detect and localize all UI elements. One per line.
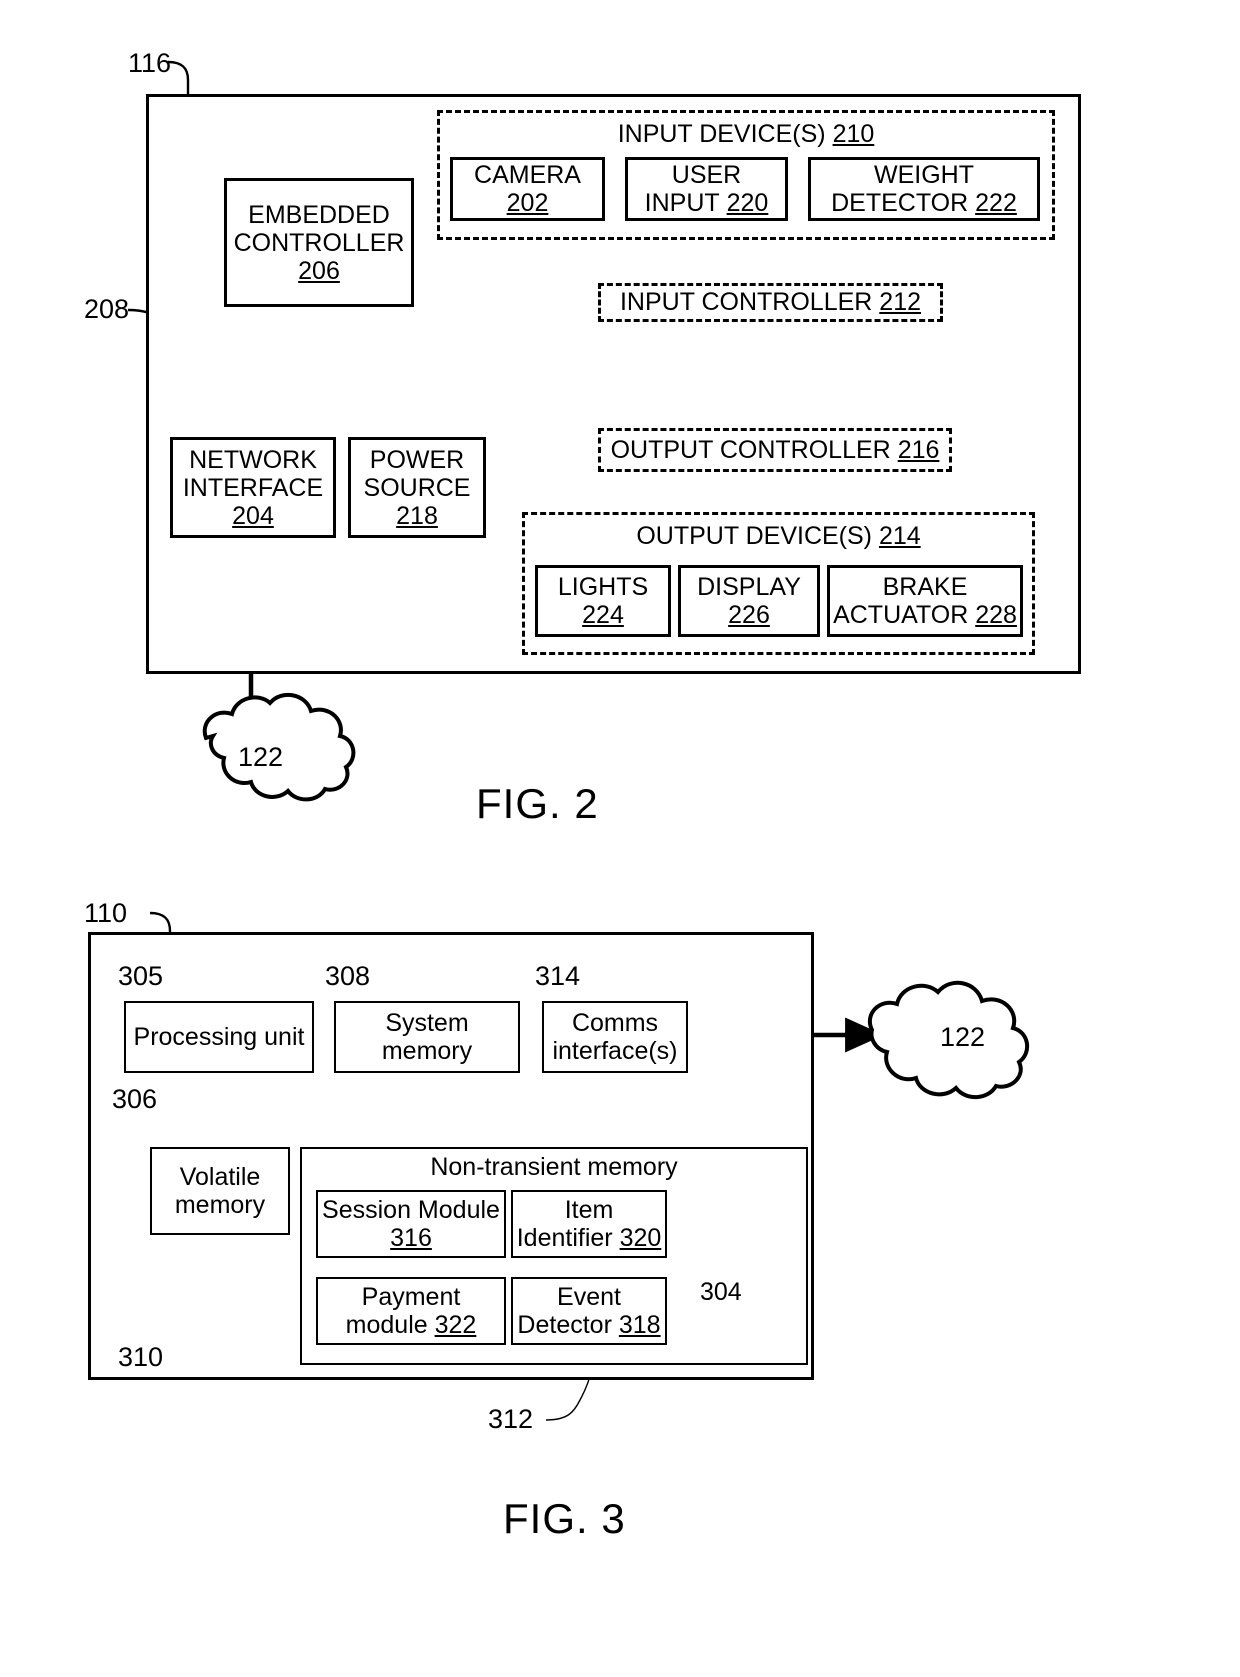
cloud-label-fig2: 122: [238, 742, 284, 772]
fig2-caption: FIG. 2: [476, 780, 599, 827]
fig2-outer-ref: 116: [128, 48, 172, 78]
network-interface-ref: 204: [232, 501, 274, 530]
comms-interfaces-ref: 314: [535, 961, 581, 991]
system-memory-ref: 308: [325, 961, 371, 991]
payment-module-ref: 322: [434, 1311, 477, 1339]
fig3-caption: FIG. 3: [503, 1495, 626, 1542]
embedded-controller-ref: 206: [298, 256, 340, 285]
non-transient-memory-title: Non-transient memory: [430, 1153, 678, 1181]
item-identifier-line1: Item: [564, 1196, 614, 1224]
cloud-label-fig3: 122: [940, 1022, 986, 1052]
user-input-label-line2: INPUT 220: [644, 189, 769, 217]
fig3-bus-ref: 306: [112, 1084, 158, 1114]
weight-detector-label-line2: DETECTOR 222: [831, 189, 1017, 217]
output-devices-ref: 214: [878, 522, 921, 550]
network-interface-line1: NETWORK: [189, 445, 317, 474]
system-memory-line1: System: [385, 1009, 469, 1037]
patent-figure-sheet: 116 208 INPUT DEVICE(S) 210 CAMERA 202 U…: [0, 0, 1240, 1677]
embedded-controller-line1: EMBEDDED: [248, 200, 390, 229]
camera-label: CAMERA: [474, 161, 581, 189]
input-controller-ref: 212: [879, 288, 922, 316]
input-devices-ref: 210: [832, 120, 875, 148]
brake-actuator-line1: BRAKE: [882, 573, 968, 601]
volatile-memory-ref: 310: [118, 1342, 164, 1372]
brake-actuator-line2: ACTUATOR 228: [833, 601, 1017, 629]
payment-module-line2: module 322: [345, 1311, 477, 1339]
comms-line1: Comms: [571, 1009, 659, 1037]
event-detector-line2: Detector 318: [517, 1311, 661, 1339]
camera-block[interactable]: CAMERA 202: [450, 157, 605, 221]
fig2-bus-ref: 208: [84, 294, 130, 324]
processing-unit-label: Processing unit: [133, 1023, 305, 1051]
fig3-outer-ref: 110: [84, 898, 128, 928]
event-detector-block[interactable]: Event Detector 318: [511, 1277, 667, 1345]
input-devices-title: INPUT DEVICE(S) 210: [437, 120, 1055, 149]
input-controller-label: INPUT CONTROLLER: [619, 288, 873, 316]
lights-label: LIGHTS: [557, 573, 649, 601]
output-controller-label: OUTPUT CONTROLLER: [610, 435, 891, 464]
output-devices-title: OUTPUT DEVICE(S) 214: [522, 522, 1035, 551]
session-module-label: Session Module: [322, 1196, 500, 1224]
session-module-ref: 316: [390, 1224, 432, 1252]
item-identifier-line2: Identifier 320: [516, 1224, 662, 1252]
display-label: DISPLAY: [697, 573, 801, 601]
output-controller-ref: 216: [897, 435, 940, 464]
power-source-line2: SOURCE: [363, 473, 471, 502]
user-input-block[interactable]: USER INPUT 220: [625, 157, 788, 221]
processing-unit-ref: 305: [118, 961, 164, 991]
non-transient-memory-ref: 312: [488, 1404, 534, 1434]
weight-detector-block[interactable]: WEIGHT DETECTOR 222: [808, 157, 1040, 221]
session-module-block[interactable]: Session Module 316: [316, 1190, 506, 1258]
comms-interfaces-block[interactable]: Comms interface(s): [542, 1001, 688, 1073]
weight-detector-label-line1: WEIGHT: [874, 161, 974, 189]
display-block[interactable]: DISPLAY 226: [678, 565, 820, 637]
display-ref: 226: [728, 601, 770, 629]
brake-actuator-ref: 228: [975, 601, 1017, 629]
network-interface-block[interactable]: NETWORK INTERFACE 204: [170, 437, 336, 538]
output-controller-block[interactable]: OUTPUT CONTROLLER 216: [598, 428, 952, 472]
input-devices-title-text: INPUT DEVICE(S): [617, 120, 826, 148]
power-source-line1: POWER: [369, 445, 465, 474]
weight-detector-ref: 222: [975, 189, 1017, 217]
volatile-memory-line2: memory: [174, 1191, 266, 1219]
item-identifier-block[interactable]: Item Identifier 320: [511, 1190, 667, 1258]
power-source-ref: 218: [396, 501, 438, 530]
system-memory-line2: memory: [381, 1037, 473, 1065]
volatile-memory-line1: Volatile: [179, 1163, 261, 1191]
comms-line2: interface(s): [552, 1037, 678, 1065]
brake-actuator-block[interactable]: BRAKE ACTUATOR 228: [827, 565, 1023, 637]
user-input-ref: 220: [726, 189, 769, 217]
input-controller-block[interactable]: INPUT CONTROLLER 212: [598, 283, 943, 322]
system-memory-block[interactable]: System memory: [334, 1001, 520, 1073]
output-devices-title-text: OUTPUT DEVICE(S): [636, 522, 872, 550]
network-interface-line2: INTERFACE: [182, 473, 324, 502]
embedded-controller-line2: CONTROLLER: [233, 228, 405, 257]
lights-block[interactable]: LIGHTS 224: [535, 565, 671, 637]
payment-module-block[interactable]: Payment module 322: [316, 1277, 506, 1345]
user-input-label-line1: USER: [671, 161, 742, 189]
event-detector-ref: 318: [618, 1311, 661, 1339]
processing-unit-block[interactable]: Processing unit: [124, 1001, 314, 1073]
power-source-block[interactable]: POWER SOURCE 218: [348, 437, 486, 538]
volatile-memory-block[interactable]: Volatile memory: [150, 1147, 290, 1235]
lights-ref: 224: [582, 601, 624, 629]
item-identifier-ref: 320: [619, 1224, 662, 1252]
database-label: 304: [700, 1278, 742, 1306]
embedded-controller-block[interactable]: EMBEDDED CONTROLLER 206: [224, 178, 414, 307]
camera-ref: 202: [506, 189, 549, 217]
payment-module-line1: Payment: [361, 1283, 461, 1311]
event-detector-line1: Event: [557, 1283, 621, 1311]
